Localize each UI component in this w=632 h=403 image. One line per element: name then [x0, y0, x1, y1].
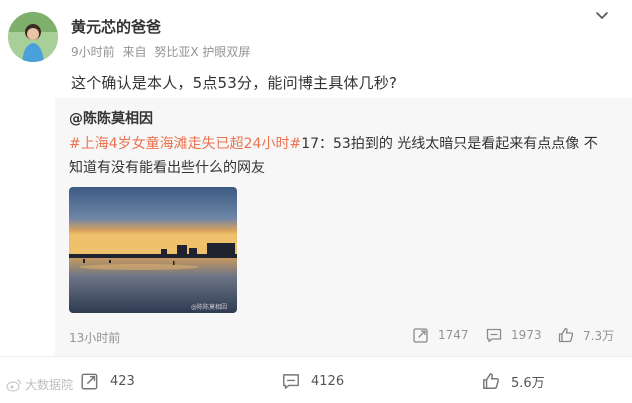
- post-content: 这个确认是本人，5点53分，能问博主具体几秒?: [71, 74, 398, 92]
- repost-like-count: 7.3万: [583, 328, 615, 343]
- repost-time[interactable]: 13小时前: [69, 329, 120, 346]
- watermark-text: 大数据院: [25, 378, 74, 392]
- repost-author[interactable]: @陈陈莫相因: [69, 108, 153, 128]
- image-caption: @陈陈莫相因: [191, 303, 227, 311]
- repost-like-button[interactable]: 7.3万: [557, 326, 614, 344]
- repost-comment-button[interactable]: 1973: [485, 326, 542, 344]
- avatar[interactable]: [8, 12, 58, 62]
- post-time[interactable]: 9小时前: [71, 45, 115, 59]
- author-name[interactable]: 黄元芯的爸爸: [71, 16, 161, 37]
- post-meta: 9小时前 来自 努比亚X 护眼双屏: [71, 43, 254, 60]
- weibo-logo-icon: [6, 378, 22, 392]
- like-button[interactable]: 5.6万: [481, 371, 545, 391]
- repost-repost-count: 1747: [438, 328, 469, 342]
- beach-sunset-image[interactable]: @陈陈莫相因: [69, 187, 237, 313]
- watermark: 大数据院: [6, 376, 73, 393]
- repost-text: #上海4岁女童海滩走失已超24小时#17：53拍到的 光线太暗只是看起来有点点像…: [69, 132, 609, 180]
- topic-link[interactable]: #上海4岁女童海滩走失已超24小时#: [69, 136, 301, 152]
- action-bar: 423 4126 5.6万: [0, 356, 632, 403]
- chevron-down-icon[interactable]: [594, 8, 610, 24]
- post-source: 努比亚X 护眼双屏: [154, 45, 251, 59]
- comment-count: 4126: [311, 373, 345, 389]
- repost-icon: [413, 328, 428, 343]
- like-count: 5.6万: [511, 375, 545, 391]
- thumbs-up-icon: [558, 327, 574, 343]
- thumbs-up-icon: [483, 373, 499, 389]
- comment-icon: [486, 328, 502, 343]
- repost-icon: [81, 373, 98, 390]
- comment-button[interactable]: 4126: [281, 371, 344, 391]
- repost-comment-count: 1973: [511, 328, 542, 342]
- repost-count: 423: [110, 373, 135, 389]
- repost-repost-button[interactable]: 1747: [412, 326, 469, 344]
- source-prefix: 来自: [122, 45, 147, 59]
- weibo-post-card: 黄元芯的爸爸 9小时前 来自 努比亚X 护眼双屏 这个确认是本人，5点53分，能…: [0, 0, 632, 403]
- repost-box[interactable]: @陈陈莫相因 #上海4岁女童海滩走失已超24小时#17：53拍到的 光线太暗只是…: [55, 98, 632, 356]
- comment-icon: [283, 374, 299, 389]
- repost-button[interactable]: 423: [80, 371, 135, 391]
